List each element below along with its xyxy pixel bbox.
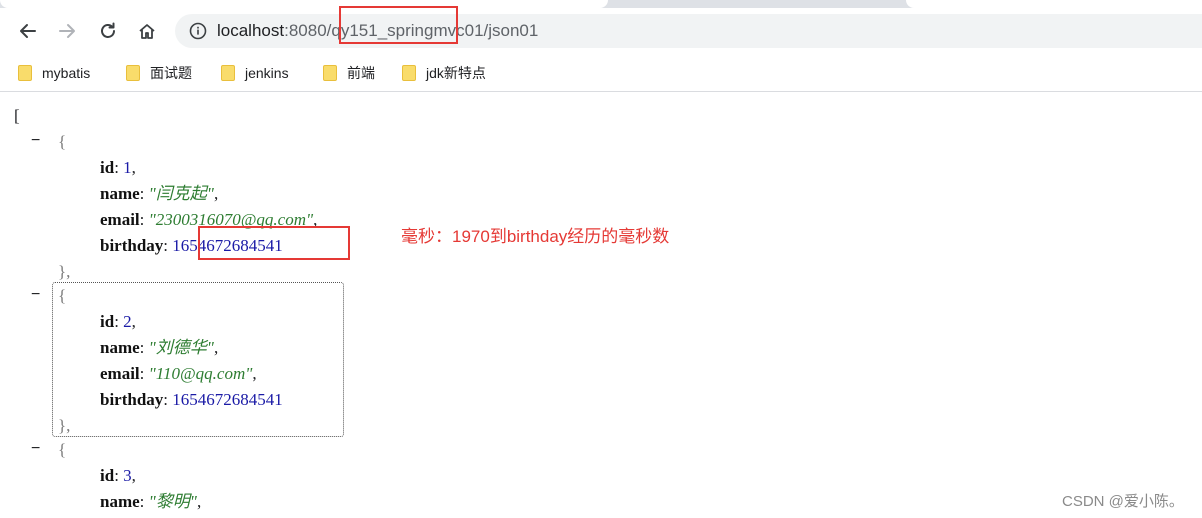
close-brace: }, — [58, 416, 71, 435]
bookmarks-bar: mybatis 面试题 jenkins 前端 jdk新特点 — [0, 54, 1202, 92]
arrow-left-icon — [20, 24, 36, 38]
open-bracket: [ — [14, 106, 20, 125]
bookmark-label: mybatis — [42, 65, 91, 81]
info-icon[interactable] — [189, 22, 207, 40]
reload-button[interactable] — [93, 16, 123, 46]
folder-icon — [323, 65, 337, 81]
json-value-id: 2 — [123, 312, 132, 331]
json-field-name: name: "刘德华", — [100, 338, 219, 357]
folder-icon — [18, 65, 32, 81]
bookmark-jenkins[interactable]: jenkins — [221, 63, 289, 83]
json-value-name: "黎明" — [148, 492, 197, 511]
json-value-name: "刘德华" — [148, 338, 214, 357]
back-button[interactable] — [13, 16, 43, 46]
address-bar[interactable]: localhost:8080/qy151_springmvc01/json01 — [175, 14, 1202, 48]
folder-icon — [221, 65, 235, 81]
open-brace: { — [58, 132, 67, 151]
arrow-right-icon — [59, 24, 75, 38]
bookmark-label: jenkins — [245, 65, 289, 81]
bookmark-mybatis[interactable]: mybatis — [18, 63, 90, 83]
json-viewer: [ − { id: 1, name: "闫克起", email: "230031… — [0, 92, 1202, 518]
forward-button[interactable] — [52, 16, 82, 46]
json-field-id: id: 1, — [100, 158, 136, 177]
tab-strip — [0, 0, 1202, 8]
json-value-name: "闫克起" — [148, 184, 214, 203]
bookmark-interview[interactable]: 面试题 — [126, 63, 192, 83]
annotation-note: 毫秒：1970到birthday经历的毫秒数 — [401, 227, 670, 246]
birthday-highlight-box — [198, 226, 350, 260]
json-field-birthday: birthday: 1654672684541 — [100, 390, 283, 409]
browser-toolbar: localhost:8080/qy151_springmvc01/json01 — [0, 8, 1202, 54]
url-highlight-box — [339, 6, 458, 44]
inactive-tab[interactable] — [906, 0, 1202, 8]
bookmark-frontend[interactable]: 前端 — [323, 63, 375, 83]
json-value-birthday: 1654672684541 — [172, 390, 283, 409]
bookmark-label: jdk新特点 — [426, 65, 486, 81]
json-field-name: name: "黎明", — [100, 492, 202, 511]
collapse-toggle[interactable]: − — [31, 440, 43, 458]
json-field-id: id: 3, — [100, 466, 136, 485]
home-icon — [139, 24, 155, 39]
json-field-name: name: "闫克起", — [100, 184, 219, 203]
open-brace: { — [58, 440, 67, 459]
json-value-id: 1 — [123, 158, 132, 177]
reload-icon — [101, 22, 115, 38]
collapse-toggle[interactable]: − — [31, 132, 43, 150]
url-host: localhost — [217, 21, 285, 40]
folder-icon — [126, 65, 140, 81]
open-brace: { — [58, 286, 67, 305]
json-value-id: 3 — [123, 466, 132, 485]
active-tab[interactable] — [0, 0, 608, 8]
bookmark-label: 面试题 — [150, 65, 192, 81]
close-brace: }, — [58, 262, 71, 281]
focused-object-outline — [52, 282, 344, 437]
json-field-id: id: 2, — [100, 312, 136, 331]
folder-icon — [402, 65, 416, 81]
bookmark-jdk[interactable]: jdk新特点 — [402, 63, 486, 83]
collapse-toggle[interactable]: − — [31, 286, 43, 304]
home-button[interactable] — [132, 16, 162, 46]
bookmark-label: 前端 — [347, 65, 375, 81]
json-field-email: email: "110@qq.com", — [100, 364, 257, 383]
json-value-email: "110@qq.com" — [148, 364, 253, 383]
watermark: CSDN @爱小陈。 — [1062, 493, 1184, 510]
